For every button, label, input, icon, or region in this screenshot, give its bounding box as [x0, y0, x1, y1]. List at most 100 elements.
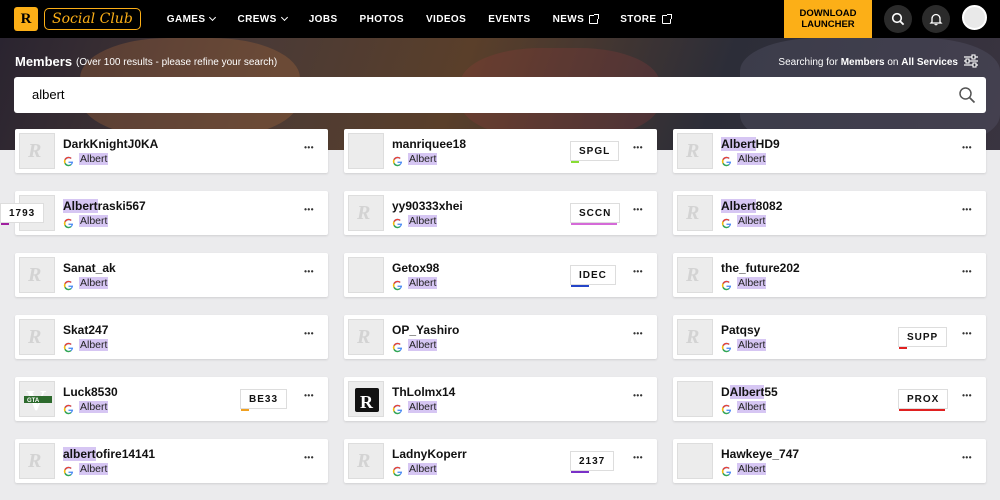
menu-item-crews[interactable]: CREWS	[237, 14, 288, 25]
member-name[interactable]: Getox98	[392, 261, 439, 275]
member-card[interactable]: Ryy90333xhei Albert SCCN •••	[344, 191, 657, 235]
member-name[interactable]: yy90333xhei	[392, 199, 463, 213]
member-name[interactable]: Sanat_ak	[63, 261, 116, 275]
member-name[interactable]: OP_Yashiro	[392, 323, 459, 337]
member-card[interactable]: VGTA Luck8530 Albert BE33 •••	[15, 377, 328, 421]
menu-item-videos[interactable]: VIDEOS	[426, 14, 466, 25]
member-avatar[interactable]: R	[19, 133, 55, 169]
member-card[interactable]: R LadnyKoperr Albert 2137 •••	[344, 439, 657, 483]
member-card[interactable]: Hawkeye_747 Albert •••	[673, 439, 986, 483]
search-submit-icon[interactable]	[958, 86, 976, 104]
crew-tag[interactable]: BE33	[240, 389, 288, 411]
crew-tag[interactable]: SCCN	[570, 203, 621, 225]
notifications-button[interactable]	[922, 5, 950, 33]
member-name[interactable]: manriquee18	[392, 137, 466, 151]
more-options-icon[interactable]: •••	[304, 391, 314, 401]
crew-tag-label: SCCN	[579, 207, 612, 219]
member-avatar[interactable]: R	[19, 257, 55, 293]
member-avatar[interactable]: VGTA	[19, 381, 55, 417]
member-avatar[interactable]: R	[348, 319, 384, 355]
menu-item-events[interactable]: EVENTS	[488, 14, 530, 25]
member-photo-avatar[interactable]	[348, 257, 384, 293]
member-card[interactable]: manriquee18 Albert SPGL •••	[344, 129, 657, 173]
member-card[interactable]: R AlbertHD9 Albert •••	[673, 129, 986, 173]
menu-item-store[interactable]: STORE	[620, 13, 672, 25]
social-club-logo[interactable]: R Social Club	[14, 7, 141, 31]
more-options-icon[interactable]: •••	[962, 267, 972, 277]
member-name[interactable]: Luck8530	[63, 385, 118, 399]
crew-tag[interactable]: IDEC	[570, 265, 616, 287]
member-avatar[interactable]: R	[677, 195, 713, 231]
member-avatar[interactable]: R	[19, 443, 55, 479]
more-options-icon[interactable]: •••	[633, 267, 643, 277]
crew-tag[interactable]: PROX	[898, 389, 949, 411]
crew-tag[interactable]: SPGL	[570, 141, 620, 163]
member-card[interactable]: R Sanat_ak Albert •••	[15, 253, 328, 297]
member-card[interactable]: R Skat247 Albert •••	[15, 315, 328, 359]
user-avatar[interactable]	[962, 5, 987, 30]
member-name[interactable]: Skat247	[63, 323, 108, 337]
more-options-icon[interactable]: •••	[962, 453, 972, 463]
crew-tag[interactable]: 1793	[0, 203, 45, 225]
search-nav-button[interactable]	[884, 5, 912, 33]
member-name[interactable]: ThLolmx14	[392, 385, 455, 399]
search-scope[interactable]: Searching for Members on All Services	[778, 57, 958, 68]
member-card[interactable]: R OP_Yashiro Albert •••	[344, 315, 657, 359]
member-card[interactable]: RAlbertraski567Albert1793•••	[0, 191, 328, 235]
member-avatar[interactable]: R	[348, 381, 384, 417]
member-avatar[interactable]: R	[348, 195, 384, 231]
more-options-icon[interactable]: •••	[962, 391, 972, 401]
member-avatar[interactable]: R	[677, 319, 713, 355]
more-options-icon[interactable]: •••	[633, 329, 643, 339]
more-options-icon[interactable]: •••	[304, 267, 314, 277]
member-name[interactable]: Hawkeye_747	[721, 447, 799, 461]
member-name[interactable]: DAlbert55	[721, 385, 778, 399]
member-photo-avatar[interactable]	[677, 443, 713, 479]
more-options-icon[interactable]: •••	[304, 329, 314, 339]
member-name[interactable]: LadnyKoperr	[392, 447, 467, 461]
more-options-icon[interactable]: •••	[633, 453, 643, 463]
member-avatar[interactable]: R	[677, 133, 713, 169]
name-suffix: OP_Yashiro	[392, 323, 460, 337]
member-card[interactable]: Getox98 Albert IDEC •••	[344, 253, 657, 297]
more-options-icon[interactable]: •••	[962, 329, 972, 339]
member-avatar[interactable]: R	[19, 319, 55, 355]
download-launcher-button[interactable]: DOWNLOAD LAUNCHER	[784, 0, 872, 38]
member-name[interactable]: DarkKnightJ0KA	[63, 137, 158, 151]
member-name[interactable]: Patqsy	[721, 323, 760, 337]
member-avatar[interactable]: R	[677, 257, 713, 293]
menu-item-photos[interactable]: PHOTOS	[360, 14, 404, 25]
rockstar-purple-icon: R	[355, 388, 379, 412]
member-name[interactable]: AlbertHD9	[721, 137, 780, 151]
more-options-icon[interactable]: •••	[633, 391, 643, 401]
member-name[interactable]: Albert8082	[721, 199, 782, 213]
more-options-icon[interactable]: •••	[633, 205, 643, 215]
crew-tag[interactable]: 2137	[570, 451, 615, 473]
menu-item-news[interactable]: NEWS	[553, 13, 600, 25]
search-input[interactable]	[32, 87, 832, 102]
member-card[interactable]: R Albert8082 Albert •••	[673, 191, 986, 235]
member-card[interactable]: R DarkKnightJ0KA Albert •••	[15, 129, 328, 173]
member-name[interactable]: Albertraski567	[63, 199, 146, 213]
crew-tag-label: PROX	[907, 393, 940, 405]
member-card[interactable]: Rthe_future202 Albert •••	[673, 253, 986, 297]
member-card[interactable]: R ThLolmx14 Albert •••	[344, 377, 657, 421]
member-avatar[interactable]: R	[348, 443, 384, 479]
member-photo-avatar[interactable]	[677, 381, 713, 417]
more-options-icon[interactable]: •••	[304, 205, 314, 215]
member-card[interactable]: DAlbert55 Albert PROX •••	[673, 377, 986, 421]
menu-item-jobs[interactable]: JOBS	[309, 14, 338, 25]
more-options-icon[interactable]: •••	[962, 205, 972, 215]
crew-tag[interactable]: SUPP	[898, 327, 948, 349]
more-options-icon[interactable]: •••	[962, 143, 972, 153]
member-name[interactable]: albertofire14141	[63, 447, 155, 461]
more-options-icon[interactable]: •••	[633, 143, 643, 153]
member-photo-avatar[interactable]	[348, 133, 384, 169]
member-card[interactable]: R Patqsy Albert SUPP •••	[673, 315, 986, 359]
more-options-icon[interactable]: •••	[304, 453, 314, 463]
member-name[interactable]: the_future202	[721, 261, 800, 275]
menu-item-games[interactable]: GAMES	[167, 14, 217, 25]
member-card[interactable]: Ralbertofire14141 Albert •••	[15, 439, 328, 483]
more-options-icon[interactable]: •••	[304, 143, 314, 153]
filter-sliders-icon[interactable]	[963, 54, 979, 68]
